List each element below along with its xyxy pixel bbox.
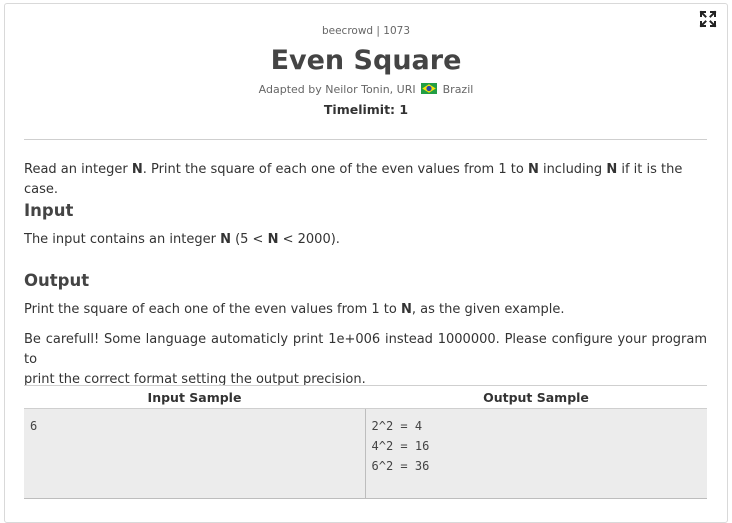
input-description: The input contains an integer N (5 < N <… xyxy=(24,230,707,250)
variable-n: N xyxy=(400,302,412,317)
problem-statement: Read an integer N. Print the square of e… xyxy=(24,160,707,200)
note-line: Be carefull! Some language automaticly p… xyxy=(24,332,707,367)
output-sample-header: Output Sample xyxy=(365,385,707,409)
variable-n: N xyxy=(606,162,618,177)
samples-table: Input Sample Output Sample 6 2^2 = 4 4^2… xyxy=(24,385,707,499)
sample-line: 6^2 = 36 xyxy=(371,459,430,473)
timelimit: Timelimit: 1 xyxy=(323,102,409,117)
output-text: Print the square of each one of the even… xyxy=(24,302,401,317)
divider xyxy=(24,139,707,140)
breadcrumb[interactable]: beecrowd | 1073 xyxy=(0,25,732,37)
author-text: Adapted by Neilor Tonin, URI xyxy=(258,83,416,96)
output-description: Print the square of each one of the even… xyxy=(24,300,707,320)
page-title: Even Square xyxy=(270,45,462,76)
output-sample-cell[interactable]: 2^2 = 4 4^2 = 16 6^2 = 36 xyxy=(365,408,707,499)
output-heading: Output xyxy=(24,271,90,290)
country-label: Brazil xyxy=(442,83,474,96)
input-text: < 2000). xyxy=(278,232,340,247)
input-text: (5 < xyxy=(230,232,268,247)
precision-note: Be carefull! Some language automaticly p… xyxy=(24,330,707,390)
variable-n: N xyxy=(131,162,143,177)
statement-text: . Print the square of each one of the ev… xyxy=(142,162,528,177)
variable-n: N xyxy=(527,162,539,177)
input-sample-cell[interactable]: 6 xyxy=(24,408,366,499)
input-text: The input contains an integer xyxy=(24,232,221,247)
statement-text: Read an integer xyxy=(24,162,132,177)
variable-n: N xyxy=(267,232,279,247)
output-text: , as the given example. xyxy=(411,302,565,317)
input-heading: Input xyxy=(24,201,74,220)
sample-line: 2^2 = 4 xyxy=(371,419,423,433)
variable-n: N xyxy=(220,232,231,247)
brazil-flag-icon xyxy=(421,83,438,94)
author-line: Adapted by Neilor Tonin, URI Brazil xyxy=(0,83,732,96)
statement-text: including xyxy=(538,162,607,177)
sample-line: 4^2 = 16 xyxy=(371,439,430,453)
input-sample-header: Input Sample xyxy=(24,385,365,409)
sample-line: 6 xyxy=(30,419,38,433)
